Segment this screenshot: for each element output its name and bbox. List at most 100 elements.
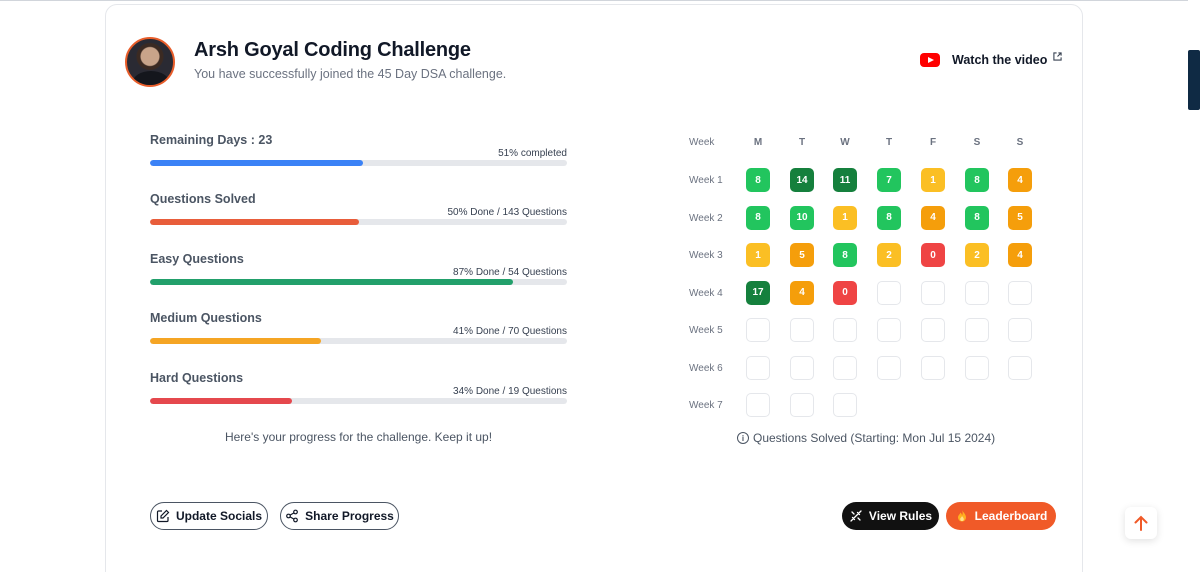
- day-header: S: [1016, 137, 1024, 148]
- progress-stat-label: Hard Questions: [150, 371, 244, 385]
- calendar-day-cell: 8: [965, 168, 989, 192]
- info-icon: i: [737, 432, 749, 444]
- day-header: W: [840, 137, 850, 148]
- week-label: Week 5: [689, 325, 723, 336]
- update-socials-button[interactable]: Update Socials: [150, 502, 268, 530]
- progress-stat-value: 87% Done / 54 Questions: [453, 267, 567, 278]
- day-header: F: [929, 137, 937, 148]
- calendar-day-cell: 8: [965, 205, 989, 230]
- page-title: Arsh Goyal Coding Challenge: [194, 39, 471, 61]
- view-rules-button[interactable]: View Rules: [842, 502, 939, 530]
- calendar-day-cell: 8: [833, 243, 857, 267]
- share-icon: [286, 509, 299, 523]
- calendar-day-cell: [965, 280, 989, 305]
- top-divider: [0, 0, 1200, 1]
- week-label: Week 2: [689, 212, 723, 224]
- progress-bar-fill: [150, 219, 359, 225]
- calendar-day-cell: 2: [965, 243, 989, 267]
- calendar-day-cell: 8: [746, 168, 770, 192]
- calendar-day-cell: 0: [833, 280, 857, 305]
- calendar-day-cell: 1: [833, 205, 857, 230]
- calendar-day-cell: [965, 355, 989, 380]
- calendar-day-cell: 7: [877, 168, 901, 192]
- day-header: S: [973, 137, 981, 148]
- week-column-header: Week: [689, 137, 715, 148]
- external-link-icon: [1053, 51, 1063, 61]
- calendar-day-cell: 4: [1008, 168, 1032, 192]
- week-label: Week 1: [689, 175, 723, 186]
- calendar-day-cell: [746, 318, 770, 342]
- calendar-day-cell: [877, 318, 901, 342]
- scroll-to-top-button[interactable]: [1125, 507, 1157, 539]
- calendar-day-cell: [877, 280, 901, 305]
- watch-video-link[interactable]: Watch the video: [920, 51, 1063, 67]
- week-label: Week 4: [689, 287, 723, 299]
- day-header: T: [798, 137, 806, 148]
- calendar-day-cell: 8: [877, 205, 901, 230]
- week-label: Week 3: [689, 250, 723, 261]
- day-header: M: [753, 137, 763, 148]
- calendar-day-cell: 10: [790, 205, 814, 230]
- calendar-day-cell: [877, 355, 901, 380]
- calendar-day-cell: 8: [746, 205, 770, 230]
- progress-bar-fill: [150, 398, 292, 404]
- progress-bar: [150, 279, 567, 285]
- progress-stat-label: Medium Questions: [150, 311, 262, 325]
- encouragement-text: Here's your progress for the challenge. …: [224, 430, 493, 444]
- calendar-day-cell: [965, 318, 989, 342]
- scrollbar-thumb[interactable]: [1188, 50, 1200, 110]
- leaderboard-button[interactable]: Leaderboard: [946, 502, 1056, 530]
- share-progress-label: Share Progress: [305, 509, 394, 523]
- calendar-day-cell: 0: [921, 243, 945, 267]
- calendar-day-cell: [746, 355, 770, 380]
- view-rules-label: View Rules: [868, 509, 933, 523]
- calendar-day-cell: [790, 393, 814, 417]
- progress-bar-fill: [150, 160, 363, 166]
- calendar-day-cell: 4: [790, 280, 814, 305]
- watch-video-label: Watch the video: [952, 53, 1048, 67]
- calendar-day-cell: 5: [1008, 205, 1032, 230]
- progress-stat-label: Remaining Days : 23: [150, 133, 273, 147]
- calendar-legend: i Questions Solved (Starting: Mon Jul 15…: [737, 431, 995, 445]
- calendar-day-cell: 11: [833, 168, 857, 192]
- calendar-day-cell: [833, 355, 857, 380]
- calendar-day-cell: [1008, 318, 1032, 342]
- progress-stat-label: Questions Solved: [150, 192, 256, 206]
- arrow-up-icon: [1134, 515, 1148, 531]
- calendar-day-cell: [833, 318, 857, 342]
- progress-stat-label: Easy Questions: [150, 252, 244, 266]
- progress-bar-fill: [150, 279, 513, 285]
- share-progress-button[interactable]: Share Progress: [280, 502, 399, 530]
- calendar-day-cell: 4: [1008, 243, 1032, 267]
- progress-stat: Questions Solved 50% Done / 143 Questions: [150, 192, 567, 232]
- update-socials-label: Update Socials: [175, 509, 263, 523]
- progress-stat-value: 41% Done / 70 Questions: [453, 326, 567, 337]
- calendar-day-cell: 2: [877, 243, 901, 267]
- progress-stat: Medium Questions 41% Done / 70 Questions: [150, 311, 567, 351]
- edit-icon: [156, 509, 170, 523]
- calendar-day-cell: 4: [921, 205, 945, 230]
- calendar-day-cell: [790, 355, 814, 380]
- calendar-day-cell: 14: [790, 168, 814, 192]
- progress-stat: Hard Questions 34% Done / 19 Questions: [150, 371, 567, 411]
- week-label: Week 6: [689, 362, 723, 374]
- calendar-day-cell: 17: [746, 280, 770, 305]
- progress-bar: [150, 398, 567, 404]
- scrollbar[interactable]: [1188, 0, 1200, 572]
- rules-icon: [850, 510, 862, 522]
- calendar-day-cell: [1008, 280, 1032, 305]
- leaderboard-label: Leaderboard: [974, 509, 1048, 523]
- youtube-icon: [920, 53, 940, 67]
- progress-bar: [150, 160, 567, 166]
- progress-bar: [150, 338, 567, 344]
- progress-stat-value: 50% Done / 143 Questions: [447, 207, 567, 218]
- fire-icon: [957, 510, 966, 522]
- calendar-day-cell: 1: [921, 168, 945, 192]
- progress-stat: Remaining Days : 23 51% completed: [150, 133, 567, 173]
- progress-stat-value: 51% completed: [498, 148, 567, 159]
- progress-bar-fill: [150, 338, 321, 344]
- progress-stat-value: 34% Done / 19 Questions: [453, 386, 567, 397]
- calendar-day-cell: [833, 393, 857, 417]
- calendar-day-cell: [921, 355, 945, 380]
- calendar-day-cell: [921, 318, 945, 342]
